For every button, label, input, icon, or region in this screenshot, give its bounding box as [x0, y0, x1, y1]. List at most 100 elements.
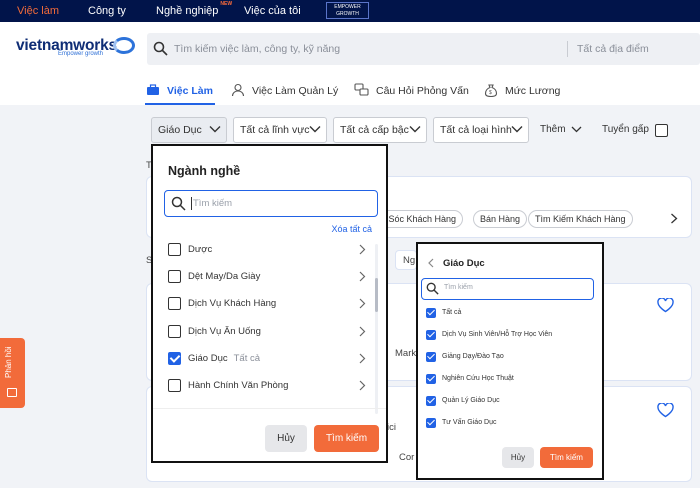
tab-bar: Việc Làm Việc Làm Quản Lý Câu Hỏi Phỏng … — [0, 77, 700, 105]
search-icon — [426, 282, 439, 295]
user-icon — [231, 83, 245, 97]
empower-growth-banner[interactable]: EMPOWER GROWTH — [326, 2, 369, 19]
education-option[interactable]: Tất cả — [426, 308, 596, 320]
nav-nghe-nghiep[interactable]: Nghề nghiệpNEW — [156, 1, 232, 17]
option-label-text: Giáo Dục — [188, 353, 228, 364]
chevron-right-icon[interactable] — [359, 244, 366, 255]
chevron-right-icon[interactable] — [359, 353, 366, 364]
filter-linh-vuc-label: Tất cả lĩnh vực — [240, 124, 310, 136]
nav-cong-ty[interactable]: Công ty — [88, 5, 126, 17]
urgent-checkbox[interactable] — [655, 124, 668, 137]
tab-viec-lam-quan-ly[interactable]: Việc Làm Quản Lý — [252, 85, 338, 97]
feedback-tab[interactable]: Phản hồi — [0, 338, 25, 408]
industry-option[interactable]: Dệt May/Da Giày — [168, 270, 368, 286]
heart-icon[interactable] — [657, 403, 674, 418]
industry-option[interactable]: Dịch Vụ Ăn Uống — [168, 325, 368, 341]
industry-option[interactable]: Dịch Vụ Khách Hàng — [168, 297, 368, 313]
briefcase-icon — [147, 84, 159, 95]
industry-option-selected[interactable]: Giáo Dục Tất cả — [168, 352, 368, 368]
top-navbar: Việc làm Công ty Nghề nghiệpNEW Việc của… — [0, 0, 700, 22]
industry-search-input[interactable]: Tìm kiếm — [164, 190, 378, 217]
bg-fragment: Ng — [403, 255, 416, 266]
chevron-left-icon[interactable] — [427, 258, 434, 268]
subpanel-title: Giáo Dục — [443, 258, 485, 269]
keyword-chip[interactable]: Bán Hàng — [473, 210, 528, 228]
checkbox[interactable] — [168, 270, 181, 283]
education-subpanel: Giáo Dục Tìm kiếm Tất cả Dịch Vụ Sinh Vi… — [416, 242, 604, 480]
chevron-down-icon — [571, 126, 582, 133]
cancel-button[interactable]: Hủy — [265, 425, 307, 452]
checkbox[interactable] — [168, 325, 181, 338]
chevron-right-icon[interactable] — [359, 271, 366, 282]
more-filters-button[interactable]: Thêm — [540, 124, 566, 135]
bg-fragment: Mark — [395, 348, 417, 359]
scrollbar-track[interactable] — [375, 244, 378, 414]
location-select[interactable]: Tất cả địa điểm — [577, 43, 649, 55]
urgent-label: Tuyển gấp — [602, 124, 649, 135]
education-option[interactable]: Giảng Dạy/Đào Tạo — [426, 352, 596, 364]
new-badge: NEW — [220, 1, 233, 8]
checkbox-checked[interactable] — [168, 352, 181, 365]
logo-tagline: Empower growth — [58, 51, 104, 57]
checkbox[interactable] — [168, 243, 181, 256]
option-label: Dược — [188, 244, 213, 255]
option-label: Dịch Vụ Ăn Uống — [188, 326, 261, 337]
tab-viec-lam[interactable]: Việc Làm — [167, 85, 213, 97]
search-bar[interactable]: Tìm kiếm việc làm, công ty, kỹ năng Tất … — [147, 33, 700, 65]
tab-cau-hoi-phong-van[interactable]: Câu Hỏi Phỏng Vấn — [376, 85, 469, 97]
heart-icon[interactable] — [657, 298, 674, 313]
feedback-icon — [7, 388, 17, 397]
filter-linh-vuc[interactable]: Tất cả lĩnh vực — [233, 117, 327, 143]
filter-loai-hinh[interactable]: Tất cả loại hình — [433, 117, 529, 143]
option-label: Tư Vấn Giáo Dục — [442, 419, 497, 426]
checkbox-checked[interactable] — [426, 374, 436, 384]
option-label: Tất cả — [442, 309, 462, 316]
chevron-right-icon[interactable] — [359, 380, 366, 391]
filter-cap-bac[interactable]: Tất cả cấp bậc — [333, 117, 427, 143]
subpanel-search-input[interactable]: Tìm kiếm — [421, 278, 594, 300]
keyword-chip[interactable]: Tìm Kiếm Khách Hàng — [528, 210, 633, 228]
industry-option[interactable]: Dược — [168, 243, 368, 259]
chat-icon — [354, 83, 369, 96]
checkbox-checked[interactable] — [426, 352, 436, 362]
industry-option[interactable]: Hành Chính Văn Phòng — [168, 379, 368, 395]
filter-cap-bac-label: Tất cả cấp bậc — [340, 124, 409, 136]
search-input[interactable]: Tìm kiếm việc làm, công ty, kỹ năng — [174, 43, 340, 55]
checkbox[interactable] — [168, 297, 181, 310]
sort-option[interactable]: Ng — [395, 250, 417, 270]
clear-all-link[interactable]: Xóa tất cả — [331, 224, 372, 234]
checkbox-checked[interactable] — [426, 418, 436, 428]
text-caret — [191, 197, 192, 210]
option-label: Giáo Dục Tất cả — [188, 353, 260, 364]
education-option[interactable]: Nghiên Cứu Học Thuật — [426, 374, 596, 386]
chevron-down-icon — [209, 126, 221, 133]
filter-loai-hinh-label: Tất cả loại hình — [440, 124, 512, 136]
nav-viec-lam[interactable]: Việc làm — [17, 5, 59, 17]
search-submit-button[interactable]: Tìm kiếm — [314, 425, 379, 452]
divider — [153, 408, 386, 409]
nav-viec-cua-toi[interactable]: Việc của tôi — [244, 5, 301, 17]
education-option[interactable]: Tư Vấn Giáo Dục — [426, 418, 596, 430]
checkbox-checked[interactable] — [426, 330, 436, 340]
filter-nganh-nghe[interactable]: Giáo Dục — [151, 117, 227, 143]
education-option[interactable]: Dịch Vụ Sinh Viên/Hỗ Trợ Học Viên — [426, 330, 596, 342]
chevron-right-icon[interactable] — [670, 213, 678, 224]
checkbox[interactable] — [168, 379, 181, 392]
scrollbar-thumb[interactable] — [375, 278, 378, 312]
option-sublabel: Tất cả — [233, 353, 261, 364]
industry-search-placeholder: Tìm kiếm — [193, 198, 233, 209]
tab-muc-luong[interactable]: Mức Lương — [505, 85, 560, 97]
checkbox-checked[interactable] — [426, 396, 436, 406]
chevron-right-icon[interactable] — [359, 326, 366, 337]
education-option[interactable]: Quản Lý Giáo Dục — [426, 396, 596, 408]
bg-fragment: ici — [387, 422, 396, 433]
subpanel-search-button[interactable]: Tìm kiếm — [540, 447, 593, 468]
logo-mark-icon — [113, 37, 135, 54]
search-divider — [567, 41, 568, 57]
subpanel-cancel-button[interactable]: Hủy — [502, 447, 534, 468]
option-label: Hành Chính Văn Phòng — [188, 380, 289, 391]
checkbox-checked[interactable] — [426, 308, 436, 318]
search-icon — [171, 196, 186, 211]
chevron-right-icon[interactable] — [359, 298, 366, 309]
option-label: Dịch Vụ Khách Hàng — [188, 298, 277, 309]
